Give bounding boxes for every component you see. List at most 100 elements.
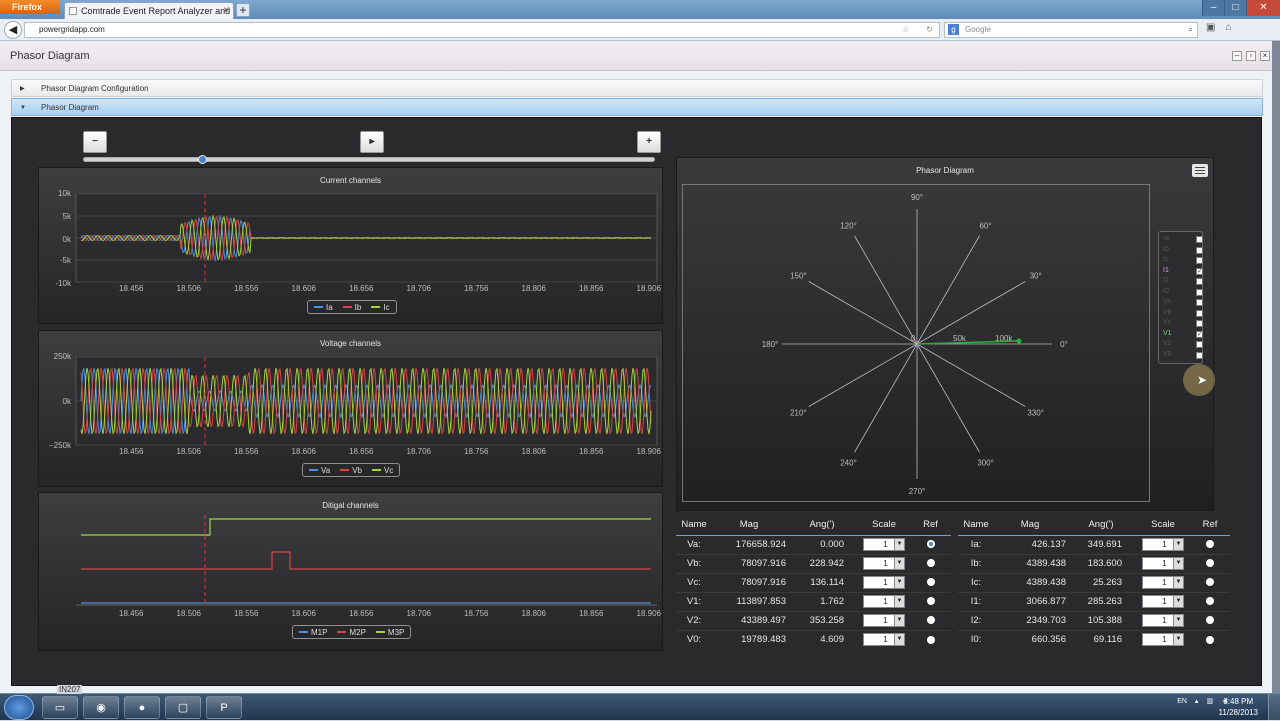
address-bar[interactable]: powergridapp.com ☆ ↻ — [24, 22, 940, 38]
firefox-menu-button[interactable]: Firefox — [0, 0, 60, 14]
panel-restore-button[interactable]: ▫ — [1246, 51, 1256, 61]
scale-select[interactable]: 1 ▼ — [1142, 576, 1184, 589]
legend-item-m3p[interactable]: M3P — [375, 628, 404, 637]
legend-item-va[interactable]: Va — [309, 466, 330, 475]
scale-select[interactable]: 1 ▼ — [1142, 614, 1184, 627]
phasor-legend-item[interactable]: I2 — [1163, 277, 1203, 287]
phasor-legend-item[interactable]: I0 — [1163, 288, 1203, 298]
network-icon[interactable]: ▥ — [1206, 697, 1213, 705]
phasor-legend-checkbox[interactable] — [1196, 341, 1203, 348]
ref-radio[interactable] — [926, 597, 935, 606]
scale-select[interactable]: 1 ▼ — [863, 538, 905, 551]
phasor-legend-item[interactable]: V1 ✓ — [1163, 330, 1203, 340]
phasor-legend-checkbox[interactable] — [1196, 288, 1203, 296]
time-slider-handle[interactable] — [198, 155, 207, 164]
ref-radio[interactable] — [926, 616, 935, 625]
scrollbar[interactable] — [1272, 41, 1280, 693]
phasor-legend-item[interactable]: Vb — [1163, 309, 1203, 319]
ref-radio[interactable] — [1206, 559, 1214, 568]
scale-select[interactable]: 1 ▼ — [1142, 595, 1184, 608]
phasor-legend-item[interactable]: Ic — [1163, 256, 1203, 266]
browser-tab[interactable]: Comtrade Event Report Analyzer and Vie..… — [64, 2, 234, 19]
legend-item-ib[interactable]: Ib — [342, 303, 361, 312]
minimize-window-button[interactable]: – — [1202, 0, 1224, 16]
scale-select[interactable]: 1 ▼ — [1142, 633, 1184, 647]
phasor-legend-item[interactable]: Vc — [1163, 319, 1203, 329]
ref-radio[interactable] — [926, 635, 935, 644]
scale-value: 1 — [883, 578, 888, 587]
close-window-button[interactable]: ✕ — [1246, 0, 1280, 16]
maximize-window-button[interactable]: □ — [1224, 0, 1246, 16]
phasor-legend-checkbox[interactable] — [1196, 351, 1203, 359]
phasor-legend-item[interactable]: V2 — [1163, 340, 1203, 350]
clock[interactable]: 3:48 PM 11/28/2013 — [1219, 696, 1258, 718]
ref-radio[interactable] — [926, 559, 935, 568]
scale-select[interactable]: 1 ▼ — [863, 557, 905, 570]
menu-icon[interactable] — [1192, 164, 1208, 177]
panel-close-button[interactable]: × — [1260, 51, 1270, 61]
google-engine-icon[interactable]: g — [948, 24, 959, 35]
time-slider-track[interactable] — [83, 157, 655, 162]
language-indicator[interactable]: EN — [1177, 698, 1187, 705]
play-button[interactable]: ▸ — [360, 131, 384, 153]
phasor-legend-checkbox[interactable] — [1196, 257, 1203, 264]
legend-item-ic[interactable]: Ic — [371, 303, 390, 312]
scale-select[interactable]: 1 ▼ — [863, 614, 905, 627]
reload-icon[interactable]: ↻ — [926, 23, 933, 37]
search-icon[interactable]: ⌕ — [1189, 23, 1193, 37]
legend-item-vc[interactable]: Vc — [372, 466, 393, 475]
window-taskbar-icon[interactable]: ▢ — [165, 696, 201, 719]
show-desktop-button[interactable] — [1268, 694, 1280, 721]
scale-select[interactable]: 1 ▼ — [863, 633, 905, 647]
scale-select[interactable]: 1 ▼ — [863, 595, 905, 608]
zoom-out-button[interactable]: − — [83, 131, 107, 153]
phasor-legend-checkbox[interactable] — [1196, 246, 1203, 254]
phasor-legend-checkbox[interactable] — [1196, 320, 1203, 327]
ref-radio[interactable] — [1206, 616, 1214, 625]
tab-close-icon[interactable]: × — [223, 3, 229, 19]
powerpoint-taskbar-icon[interactable]: P — [206, 696, 242, 719]
tray-arrow-icon[interactable]: ▴ — [1195, 697, 1199, 705]
clock-date: 11/28/2013 — [1218, 708, 1258, 717]
phasor-legend-item[interactable]: V0 — [1163, 351, 1203, 361]
scale-select[interactable]: 1 ▼ — [1142, 538, 1184, 551]
ref-radio[interactable] — [1206, 540, 1214, 549]
phasor-legend-item[interactable]: Ib — [1163, 246, 1203, 256]
phasor-legend-item[interactable]: Ia — [1163, 235, 1203, 245]
panel-minimize-button[interactable]: – — [1232, 51, 1242, 61]
start-button[interactable] — [4, 695, 34, 720]
phasor-legend-checkbox[interactable] — [1196, 309, 1203, 317]
firefox-taskbar-icon[interactable]: ● — [124, 696, 160, 719]
browser-nav-bar: ◀ powergridapp.com ☆ ↻ g Google ⌕ ▣ ⌂ — [0, 19, 1280, 41]
ref-radio[interactable] — [926, 578, 935, 587]
phasor-legend-item[interactable]: I1 ✓ — [1163, 267, 1203, 277]
ref-radio[interactable] — [1206, 635, 1214, 644]
accordion-phasor-diagram[interactable]: ▼ Phasor Diagram — [11, 98, 1263, 116]
legend-item-m1p[interactable]: M1P — [299, 628, 327, 637]
bookmark-star-icon[interactable]: ☆ — [902, 23, 909, 37]
new-tab-button[interactable]: + — [236, 3, 250, 17]
legend-item-m2p[interactable]: M2P — [337, 628, 366, 637]
accordion-configuration[interactable]: ▶ Phasor Diagram Configuration — [11, 79, 1263, 97]
home-icon[interactable]: ⌂ — [1225, 22, 1231, 33]
back-arrow-icon[interactable]: ◀ — [4, 21, 22, 39]
phasor-legend-checkbox[interactable]: ✓ — [1196, 330, 1203, 338]
ref-radio[interactable] — [1206, 578, 1214, 587]
chrome-taskbar-icon[interactable]: ◉ — [83, 696, 119, 719]
search-box[interactable]: g Google ⌕ — [944, 22, 1198, 38]
ref-radio[interactable] — [926, 540, 935, 549]
phasor-legend-checkbox[interactable]: ✓ — [1196, 267, 1203, 275]
bookmarks-icon[interactable]: ▣ — [1206, 22, 1215, 33]
phasor-legend-item[interactable]: Va — [1163, 298, 1203, 308]
scale-select[interactable]: 1 ▼ — [863, 576, 905, 589]
explorer-taskbar-icon[interactable]: ▭ — [42, 696, 78, 719]
ref-radio[interactable] — [1206, 597, 1214, 606]
phasor-legend-checkbox[interactable] — [1196, 236, 1203, 243]
scale-select[interactable]: 1 ▼ — [1142, 557, 1184, 570]
legend-item-vb[interactable]: Vb — [340, 466, 362, 475]
legend-item-ia[interactable]: Ia — [314, 303, 333, 312]
v1-phasor-marker — [1016, 338, 1022, 344]
phasor-legend-checkbox[interactable] — [1196, 299, 1203, 306]
phasor-legend-checkbox[interactable] — [1196, 278, 1203, 285]
zoom-in-button[interactable]: + — [637, 131, 661, 153]
